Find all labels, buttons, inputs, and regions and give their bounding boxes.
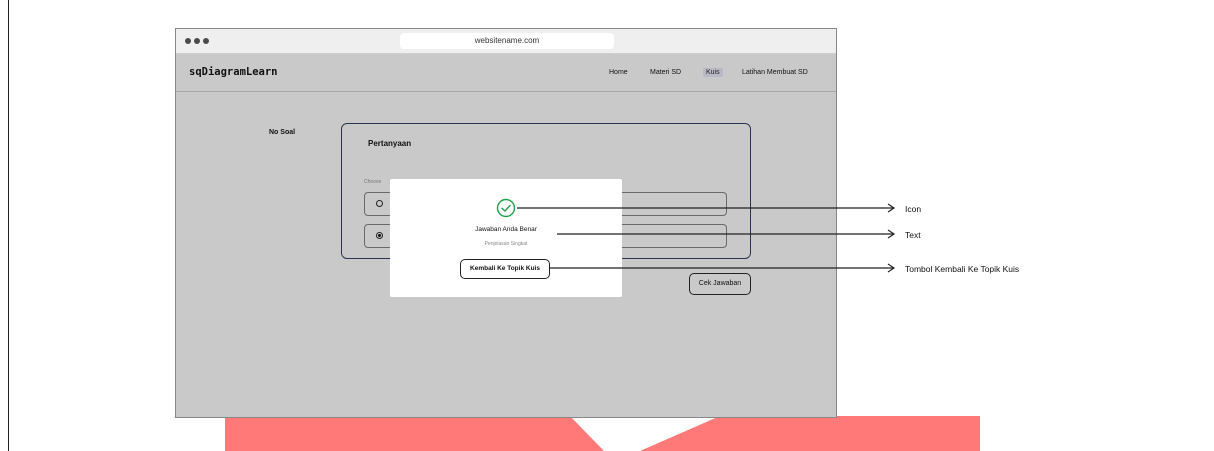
brand-logo[interactable]: sqDiagramLearn <box>189 66 278 78</box>
choose-label: Choose <box>364 179 382 185</box>
modal-subtitle: Penjelasan Singkat <box>484 241 528 247</box>
browser-chrome: websitename.com <box>176 29 836 54</box>
top-navbar: sqDiagramLearn Home Materi SD Kuis Latih… <box>176 54 836 92</box>
result-modal: Jawaban Anda Benar Penjelasan Singkat Ke… <box>390 179 622 297</box>
radio-button-selected[interactable] <box>376 232 383 239</box>
annotation-label-icon: Icon <box>905 204 922 214</box>
nav-link-materi-sd[interactable]: Materi SD <box>650 69 681 76</box>
check-answer-button[interactable]: Cek Jawaban <box>689 273 751 295</box>
nav-link-latihan-membuat-sd[interactable]: Latihan Membuat SD <box>742 69 808 76</box>
nav-link-home[interactable]: Home <box>609 69 628 76</box>
back-to-quiz-topic-button[interactable]: Kembali Ke Topik Kuis <box>460 259 550 279</box>
annotation-label-text: Text <box>905 230 921 240</box>
address-bar[interactable]: websitename.com <box>400 33 614 49</box>
check-circle-icon <box>496 198 516 218</box>
radio-button[interactable] <box>376 200 383 207</box>
arrow-head-icon <box>887 263 896 273</box>
modal-title: Jawaban Anda Benar <box>475 226 537 233</box>
question-title: Pertanyaan <box>368 139 412 148</box>
nav-link-kuis[interactable]: Kuis <box>703 68 723 77</box>
browser-window: websitename.com sqDiagramLearn Home Mate… <box>175 28 837 418</box>
annotation-label-button: Tombol Kembali Ke Topik Kuis <box>905 264 1020 274</box>
question-number-label: No Soal <box>269 129 296 136</box>
window-dot-icon <box>194 38 200 44</box>
window-dot-icon <box>203 38 209 44</box>
arrow-head-icon <box>887 229 896 239</box>
left-border-line <box>8 0 9 451</box>
arrow-head-icon <box>887 203 896 213</box>
window-dot-icon <box>185 38 191 44</box>
